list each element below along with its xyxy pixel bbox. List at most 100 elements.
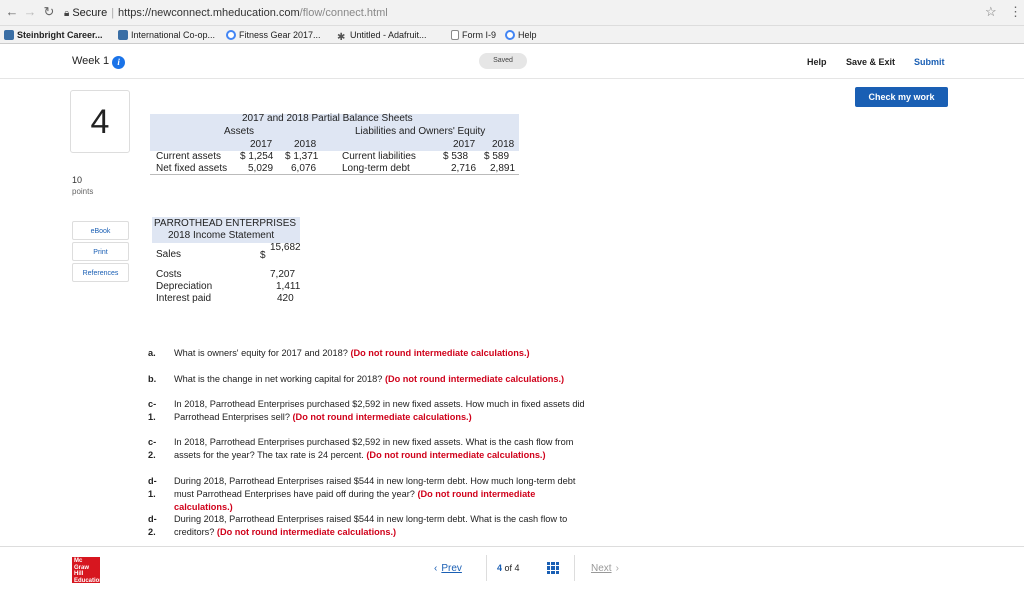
bs-row-asset-label: Net fixed assets <box>156 163 228 174</box>
reload-icon[interactable]: ↻ <box>41 4 57 20</box>
bookmark-form-i9[interactable]: Form I-9 <box>451 29 496 41</box>
part-label: c-2. <box>148 437 157 460</box>
bs-row-asset-label: Current assets <box>156 151 222 162</box>
chevron-left-icon: ‹ <box>434 563 438 574</box>
question-grid-icon[interactable] <box>547 562 559 574</box>
document-icon <box>451 30 459 40</box>
part-label: d-2. <box>148 514 157 537</box>
part-text: In 2018, Parrothead Enterprises purchase… <box>174 399 585 422</box>
sales-label: Sales <box>156 249 182 260</box>
bs-row-asset-2017: 5,029 <box>248 163 274 174</box>
bookmark-international-coop[interactable]: International Co-op... <box>118 29 215 41</box>
next-button[interactable]: Next › <box>591 563 623 574</box>
references-button[interactable]: References <box>72 263 129 282</box>
depreciation-value: 1,411 <box>276 281 301 292</box>
bs-row-liab-label: Current liabilities <box>342 151 416 162</box>
part-text: In 2018, Parrothead Enterprises purchase… <box>174 437 574 460</box>
page-indicator[interactable]: 4 of 4 <box>497 563 520 573</box>
liabilities-header: Liabilities and Owners' Equity <box>355 126 486 137</box>
sales-dollar: $ <box>260 250 266 261</box>
footer-divider <box>574 555 575 581</box>
bookmark-star-icon[interactable]: ☆ <box>985 4 997 20</box>
bookmark-adafruit[interactable]: ✱ Untitled - Adafruit... <box>337 29 427 43</box>
interest-label: Interest paid <box>156 293 212 304</box>
points-value: 10 <box>72 175 83 185</box>
browser-menu-icon[interactable]: ⋮ <box>1009 4 1022 20</box>
bs-row-liab-2018: 2,891 <box>490 163 516 174</box>
bs-row-asset-2018: $ 1,371 <box>285 151 319 162</box>
part-text: During 2018, Parrothead Enterprises rais… <box>174 476 576 512</box>
assignment-footer: Mc Graw Hill Education ‹ Prev 4 of 4 Next… <box>0 546 1024 589</box>
assets-header: Assets <box>224 126 255 137</box>
part-label: d-1. <box>148 476 157 499</box>
bookmark-favicon-icon <box>4 30 14 40</box>
star-icon: ✱ <box>337 32 346 43</box>
bs-row-liab-2017: 2,716 <box>451 163 477 174</box>
help-link[interactable]: Help <box>807 57 827 67</box>
next-label: Next <box>591 563 612 574</box>
costs-label: Costs <box>156 269 182 280</box>
lock-icon: 🔒︎ <box>64 8 70 19</box>
depreciation-label: Depreciation <box>156 281 213 292</box>
bs-row-liab-2017: $ 538 <box>443 151 469 162</box>
chevron-right-icon: › <box>615 563 619 574</box>
back-arrow-icon[interactable]: ← <box>4 4 20 19</box>
bs-row-asset-2017: $ 1,254 <box>240 151 274 162</box>
bookmark-favicon-icon <box>118 30 128 40</box>
url-path: /flow/connect.html <box>299 7 388 19</box>
bookmarks-bar: Steinbright Career... International Co-o… <box>0 26 1024 44</box>
week-selector[interactable]: Week 1i <box>72 55 126 69</box>
forward-arrow-icon[interactable]: → <box>22 4 38 19</box>
ebook-button[interactable]: eBook <box>72 221 129 240</box>
costs-value: 7,207 <box>270 269 296 280</box>
points-label: points <box>72 187 94 196</box>
page-of: of 4 <box>504 563 520 573</box>
bs-row-liab-label: Long-term debt <box>342 163 410 174</box>
print-button[interactable]: Print <box>72 242 129 261</box>
balance-sheet-title: 2017 and 2018 Partial Balance Sheets <box>242 113 413 124</box>
saved-badge: Saved <box>479 53 527 69</box>
browser-toolbar: ← → ↻ 🔒︎ Secure | https://newconnect.mheduc… <box>0 0 1024 26</box>
secure-label: Secure <box>72 7 108 19</box>
part-label: a. <box>148 348 156 358</box>
bookmark-steinbright[interactable]: Steinbright Career... <box>4 29 103 41</box>
bs-row-liab-2018: $ 589 <box>484 151 510 162</box>
company-name: PARROTHEAD ENTERPRISES <box>154 218 297 229</box>
bookmark-fitness-gear[interactable]: Fitness Gear 2017... <box>226 29 321 41</box>
sales-value: 15,682 <box>270 242 301 253</box>
part-label: c-1. <box>148 399 157 422</box>
part-text: What is the change in net working capita… <box>174 374 565 384</box>
liab-year-2018: 2018 <box>492 139 515 150</box>
assets-year-2017: 2017 <box>250 139 273 150</box>
interest-value: 420 <box>277 293 294 304</box>
prev-label: Prev <box>441 563 462 574</box>
bookmark-help[interactable]: Help <box>505 29 537 41</box>
assignment-header: Week 1i Saved Help Save & Exit Submit <box>0 45 1024 79</box>
rounding-note: (Do not round intermediate calculations.… <box>366 449 546 460</box>
part-label: b. <box>148 374 157 384</box>
google-icon <box>226 30 236 40</box>
rounding-note: (Do not round intermediate calculations.… <box>350 348 530 358</box>
url-host: https://newconnect.mheducation.com <box>118 7 300 19</box>
save-exit-link[interactable]: Save & Exit <box>846 57 895 67</box>
week-label: Week 1 <box>72 55 110 67</box>
question-number: 4 <box>70 90 130 153</box>
rounding-note: (Do not round intermediate calculations.… <box>384 374 565 384</box>
income-statement-title: 2018 Income Statement <box>168 230 275 241</box>
part-text: During 2018, Parrothead Enterprises rais… <box>174 514 568 537</box>
info-icon[interactable]: i <box>112 56 126 69</box>
rounding-note: (Do not round intermediate calculations.… <box>216 526 397 537</box>
part-text: What is owners' equity for 2017 and 2018… <box>174 348 530 358</box>
address-separator: | <box>111 7 115 19</box>
submit-link[interactable]: Submit <box>914 57 945 67</box>
google-icon <box>505 30 515 40</box>
check-my-work-button[interactable]: Check my work <box>855 87 948 107</box>
current-page: 4 <box>497 563 503 573</box>
footer-divider <box>486 555 487 581</box>
mcgraw-hill-logo: Mc Graw Hill Education <box>72 557 104 584</box>
assets-year-2018: 2018 <box>294 139 317 150</box>
bs-row-asset-2018: 6,076 <box>291 163 317 174</box>
prev-button[interactable]: ‹ Prev <box>430 563 462 574</box>
liab-year-2017: 2017 <box>453 139 476 150</box>
address-bar[interactable]: 🔒︎ Secure | https://newconnect.mheducation.… <box>64 4 1010 22</box>
